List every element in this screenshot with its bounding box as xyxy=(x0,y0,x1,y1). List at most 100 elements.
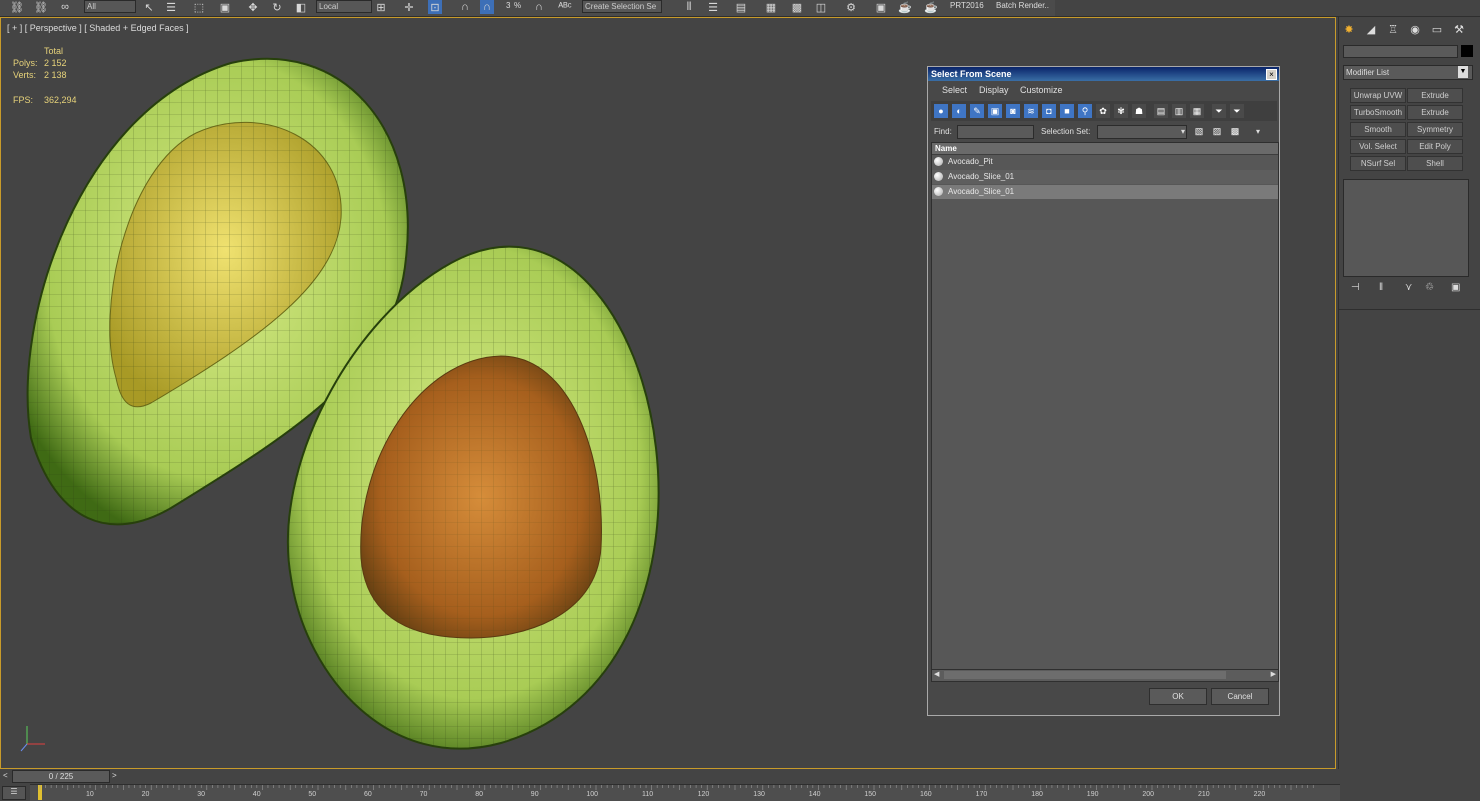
scroll-left-icon[interactable]: ◀ xyxy=(934,670,939,678)
prt-label[interactable]: PRT2016 xyxy=(950,0,984,12)
select-manipulate-icon[interactable]: ✛ xyxy=(402,0,416,14)
render-production-icon[interactable]: ☕ xyxy=(898,0,912,14)
menu-display[interactable]: Display xyxy=(979,85,1009,95)
scale-icon[interactable]: ◧ xyxy=(294,0,308,14)
create-tab-icon[interactable]: ✸ xyxy=(1341,21,1357,37)
ok-button[interactable]: OK xyxy=(1149,688,1207,705)
display-all-icon[interactable]: ✿ xyxy=(1096,104,1110,118)
filter-geometry-icon[interactable]: ● xyxy=(934,104,948,118)
filter-cameras-icon[interactable]: ▣ xyxy=(988,104,1002,118)
keyboard-shortcut-override-icon[interactable]: ⊡ xyxy=(428,0,442,14)
motion-tab-icon[interactable]: ◉ xyxy=(1407,21,1423,37)
layer-explorer-icon[interactable]: ▤ xyxy=(734,0,748,14)
select-link-icon[interactable]: ⛓ xyxy=(10,0,24,14)
render-iterative-icon[interactable]: ☕ xyxy=(924,0,938,14)
pivot-center-icon[interactable]: ⊞ xyxy=(374,0,388,14)
selection-set-dropdown[interactable] xyxy=(1097,125,1187,139)
toolbar-options-icon[interactable]: ▾ xyxy=(1256,127,1260,136)
modifier-button-4[interactable]: Extrude xyxy=(1407,105,1463,120)
mirror-icon[interactable]: ⫴ xyxy=(682,0,696,14)
filter-options-icon[interactable]: ⏷ xyxy=(1230,104,1244,118)
modifier-button-7[interactable]: Vol. Select xyxy=(1350,139,1406,154)
modifier-button-3[interactable]: TurboSmooth xyxy=(1350,105,1406,120)
display-none-icon[interactable]: ✾ xyxy=(1114,104,1128,118)
find-input[interactable] xyxy=(957,125,1034,139)
configure-modifier-sets-icon[interactable]: ▣ xyxy=(1451,282,1460,293)
rect-selection-icon[interactable]: ⬚ xyxy=(192,0,206,14)
chevron-down-icon[interactable]: ▼ xyxy=(1458,66,1468,78)
filter-xrefs-icon[interactable]: ■ xyxy=(1060,104,1074,118)
list-item-selected[interactable]: Avocado_Slice_01 xyxy=(932,185,1278,199)
rotate-icon[interactable]: ↻ xyxy=(270,0,284,14)
edit-named-selection-icon[interactable]: ᴬᴮᶜ xyxy=(558,0,572,14)
scroll-right-icon[interactable]: ▶ xyxy=(1271,670,1276,678)
object-color-swatch[interactable] xyxy=(1461,45,1473,57)
cancel-button[interactable]: Cancel xyxy=(1211,688,1269,705)
unlink-icon[interactable]: ⛓ xyxy=(34,0,48,14)
batch-render-button[interactable]: Batch Render.. xyxy=(996,0,1049,12)
select-none-icon[interactable]: ▥ xyxy=(1172,104,1186,118)
named-selection-set-dropdown[interactable]: Create Selection Se xyxy=(582,0,662,13)
select-by-name-icon[interactable]: ☰ xyxy=(164,0,178,14)
filter-spacewarps-icon[interactable]: ≋ xyxy=(1024,104,1038,118)
modify-tab-icon[interactable]: ◢ xyxy=(1363,21,1379,37)
edit-selection-set-icon[interactable]: ▧ xyxy=(1192,124,1206,138)
schematic-view-icon[interactable]: ▩ xyxy=(790,0,804,14)
spinner-snap-icon[interactable]: ∩ xyxy=(532,0,546,14)
display-invert-icon[interactable]: ☗ xyxy=(1132,104,1146,118)
display-tab-icon[interactable]: ▭ xyxy=(1429,21,1445,37)
modifier-button-9[interactable]: NSurf Sel xyxy=(1350,156,1406,171)
modifier-button-6[interactable]: Symmetry xyxy=(1407,122,1463,137)
modifier-button-2[interactable]: Extrude xyxy=(1407,88,1463,103)
scene-object-list[interactable]: Name Avocado_Pit Avocado_Slice_01 Avocad… xyxy=(931,142,1279,674)
curve-editor-icon[interactable]: ▦ xyxy=(764,0,778,14)
rendered-frame-window-icon[interactable]: ▣ xyxy=(874,0,888,14)
filter-lights-icon[interactable]: ✎ xyxy=(970,104,984,118)
hierarchy-tab-icon[interactable]: ♖ xyxy=(1385,21,1401,37)
utilities-tab-icon[interactable]: ⚒ xyxy=(1451,21,1467,37)
bind-spacewarp-icon[interactable]: ∞ xyxy=(58,0,72,14)
modifier-button-5[interactable]: Smooth xyxy=(1350,122,1406,137)
select-all-icon[interactable]: ▤ xyxy=(1154,104,1168,118)
move-icon[interactable]: ✥ xyxy=(246,0,260,14)
render-setup-icon[interactable]: ⚙ xyxy=(844,0,858,14)
menu-customize[interactable]: Customize xyxy=(1020,85,1063,95)
track-bar[interactable]: 10 20 30 40 50 60 70 80 90 100 110 120 130 140 150 160 1… xyxy=(30,784,1340,801)
angle-snap-icon[interactable]: ∩ xyxy=(480,0,494,14)
remove-from-set-icon[interactable]: ▩ xyxy=(1228,124,1242,138)
filter-helpers-icon[interactable]: ◙ xyxy=(1006,104,1020,118)
filter-funnel-icon[interactable]: ⏷ xyxy=(1212,104,1226,118)
align-icon[interactable]: ☰ xyxy=(706,0,720,14)
show-end-result-icon[interactable]: ‖ xyxy=(1379,282,1383,293)
modifier-button-10[interactable]: Shell xyxy=(1407,156,1463,171)
modifier-button-1[interactable]: Unwrap UVW xyxy=(1350,88,1406,103)
select-invert-icon[interactable]: ▦ xyxy=(1190,104,1204,118)
remove-modifier-icon[interactable]: ♲ xyxy=(1425,282,1434,293)
time-slider[interactable]: 0 / 225 xyxy=(12,770,110,783)
mini-curve-editor-icon[interactable]: ☰ xyxy=(2,786,26,800)
filter-groups-icon[interactable]: ◘ xyxy=(1042,104,1056,118)
modifier-stack-list[interactable] xyxy=(1343,179,1469,277)
chevron-down-icon[interactable]: ▾ xyxy=(1181,127,1185,136)
list-item[interactable]: Avocado_Pit xyxy=(932,155,1278,169)
material-editor-icon[interactable]: ◫ xyxy=(814,0,828,14)
make-unique-icon[interactable]: ⋎ xyxy=(1405,282,1412,293)
add-to-set-icon[interactable]: ▨ xyxy=(1210,124,1224,138)
close-icon[interactable]: × xyxy=(1266,69,1277,80)
modifier-list-dropdown[interactable]: Modifier List xyxy=(1343,65,1473,80)
list-item[interactable]: Avocado_Slice_01 xyxy=(932,170,1278,184)
selection-filter-dropdown[interactable]: All xyxy=(84,0,136,13)
horizontal-scrollbar[interactable]: ◀ ▶ xyxy=(931,669,1279,682)
prev-frame-button[interactable]: < xyxy=(3,771,8,780)
snap-toggle-icon[interactable]: ∩ xyxy=(458,0,472,14)
filter-shapes-icon[interactable]: ◐ xyxy=(952,104,966,118)
menu-select[interactable]: Select xyxy=(942,85,967,95)
filter-bones-icon[interactable]: ⚲ xyxy=(1078,104,1092,118)
modifier-button-8[interactable]: Edit Poly xyxy=(1407,139,1463,154)
pin-stack-icon[interactable]: ⊣ xyxy=(1351,282,1360,293)
object-name-field[interactable] xyxy=(1343,45,1458,58)
dialog-titlebar[interactable]: Select From Scene × xyxy=(928,67,1279,81)
reference-coord-dropdown[interactable]: Local xyxy=(316,0,372,13)
window-crossing-icon[interactable]: ▣ xyxy=(218,0,232,14)
column-name-header[interactable]: Name xyxy=(935,143,957,154)
